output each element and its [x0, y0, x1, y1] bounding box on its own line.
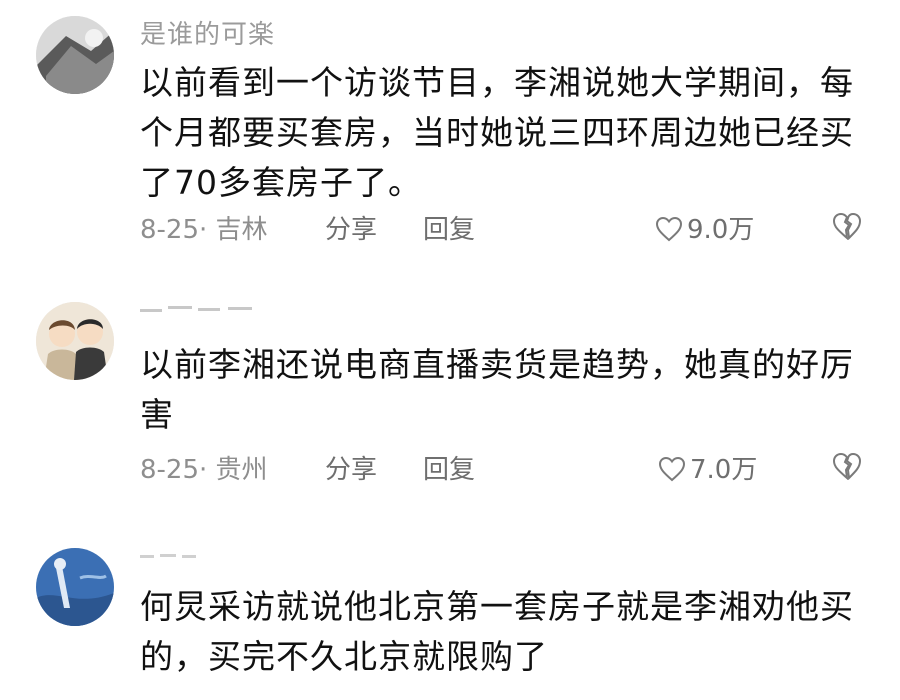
- like-button[interactable]: 9.0万: [655, 210, 754, 250]
- avatar[interactable]: [36, 302, 114, 380]
- faded-username-icon: [140, 554, 196, 558]
- comment-text: 以前看到一个访谈节目，李湘说她大学期间，每个月都要买套房，当时她说三四环周边她已…: [140, 63, 854, 202]
- reply-button[interactable]: 回复: [423, 450, 475, 490]
- share-button[interactable]: 分享: [325, 210, 377, 250]
- reply-button[interactable]: 回复: [423, 210, 475, 250]
- username[interactable]: 是谁的可楽: [140, 14, 275, 51]
- avatar-image-icon: [36, 548, 114, 626]
- comment-text: 何炅采访就说他北京第一套房子就是李湘劝他买的，买完不久北京就限购了: [140, 587, 854, 676]
- dislike-button[interactable]: [832, 212, 862, 247]
- avatar-image-icon: [36, 16, 114, 94]
- username[interactable]: [140, 302, 270, 316]
- faded-username-icon: [140, 306, 252, 312]
- like-button[interactable]: 7.0万: [658, 450, 757, 490]
- dislike-button[interactable]: [832, 452, 862, 487]
- broken-heart-icon: [832, 452, 862, 481]
- comment-text: 以前李湘还说电商直播卖货是趋势，她真的好厉害: [140, 345, 854, 434]
- heart-outline-icon: [658, 456, 686, 481]
- broken-heart-icon: [832, 212, 862, 241]
- date-location: 8-25· 贵州: [140, 455, 268, 485]
- date-location: 8-25· 吉林: [140, 215, 268, 245]
- avatar[interactable]: [36, 16, 114, 94]
- heart-outline-icon: [655, 216, 683, 241]
- comment-meta: 8-25· 贵州 分享 回复 7.0万: [140, 450, 870, 490]
- avatar-image-icon: [36, 302, 114, 380]
- comment-list: 是谁的可楽 以前看到一个访谈节目，李湘说她大学期间，每个月都要买套房，当时她说三…: [0, 0, 900, 700]
- share-button[interactable]: 分享: [325, 450, 377, 490]
- like-count: 9.0万: [687, 215, 755, 245]
- comment-meta: 8-25· 吉林 分享 回复 9.0万: [140, 210, 870, 250]
- like-count: 7.0万: [690, 455, 758, 485]
- avatar[interactable]: [36, 548, 114, 626]
- username[interactable]: [140, 546, 220, 560]
